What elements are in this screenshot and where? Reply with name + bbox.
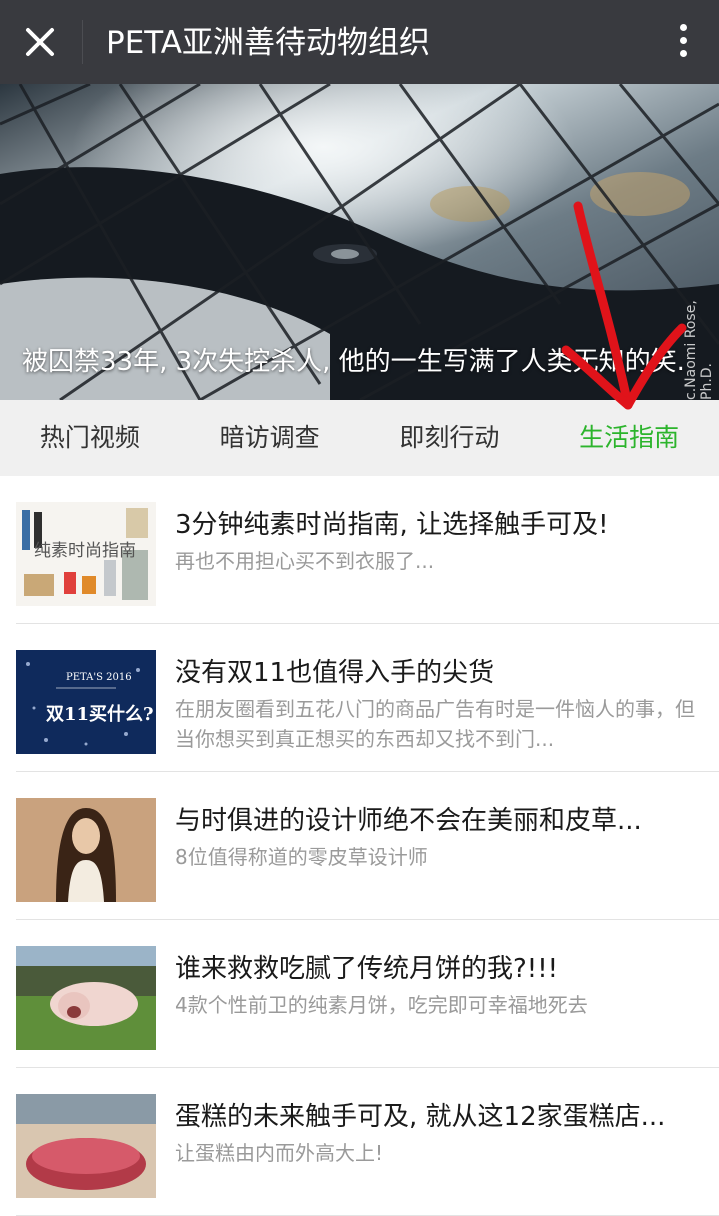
article-title: 谁来救救吃腻了传统月饼的我?!!! — [175, 954, 559, 984]
list-item[interactable]: PETA'S 2016 双11买什么? 没有双11也值得入手的尖货 在朋友圈看到… — [0, 624, 719, 772]
article-thumbnail: 纯素时尚指南 — [16, 502, 156, 606]
article-list: 纯素时尚指南 3分钟纯素时尚指南, 让选择触手可及! 再也不用担心买不到衣服了.… — [0, 476, 719, 1216]
article-thumbnail: PETA'S 2016 双11买什么? — [16, 650, 156, 754]
article-title: 没有双11也值得入手的尖货 — [175, 658, 495, 688]
article-thumbnail — [16, 798, 156, 902]
article-desc: 在朋友圈看到五花八门的商品广告有时是一件恼人的事，但当你想买到真正想买的东西却又… — [175, 697, 695, 751]
article-thumbnail — [16, 1094, 156, 1198]
article-title: 蛋糕的未来触手可及, 就从这12家蛋糕店... — [175, 1102, 666, 1132]
featured-banner[interactable]: 被囚禁33年, 3次失控杀人, 他的一生写满了人类无知的笑. c.Naomi R… — [0, 84, 719, 400]
thumbnail-caption: 双11买什么? — [46, 704, 154, 725]
close-icon[interactable] — [20, 22, 60, 62]
tab-hot-videos[interactable]: 热门视频 — [0, 400, 180, 476]
list-item[interactable]: 蛋糕的未来触手可及, 就从这12家蛋糕店... 让蛋糕由内而外高大上! — [0, 1068, 719, 1216]
list-item[interactable]: 纯素时尚指南 3分钟纯素时尚指南, 让选择触手可及! 再也不用担心买不到衣服了.… — [0, 476, 719, 624]
banner-caption: 被囚禁33年, 3次失控杀人, 他的一生写满了人类无知的笑. — [22, 347, 685, 377]
page-title: PETA亚洲善待动物组织 — [106, 25, 431, 61]
tab-take-action[interactable]: 即刻行动 — [360, 400, 540, 476]
article-title: 与时俱进的设计师绝不会在美丽和皮草... — [175, 806, 642, 836]
tab-investigations[interactable]: 暗访调查 — [180, 400, 360, 476]
top-bar: PETA亚洲善待动物组织 — [0, 0, 719, 84]
list-item[interactable]: 谁来救救吃腻了传统月饼的我?!!! 4款个性前卫的纯素月饼，吃完即可幸福地死去 — [0, 920, 719, 1068]
tab-life-guide[interactable]: 生活指南 — [539, 400, 719, 476]
list-item[interactable]: 与时俱进的设计师绝不会在美丽和皮草... 8位值得称道的零皮草设计师 — [0, 772, 719, 920]
article-desc: 再也不用担心买不到衣服了... — [175, 549, 435, 573]
article-desc: 让蛋糕由内而外高大上! — [175, 1141, 384, 1165]
article-desc: 4款个性前卫的纯素月饼，吃完即可幸福地死去 — [175, 993, 588, 1017]
thumbnail-caption: 纯素时尚指南 — [34, 541, 136, 561]
title-divider — [82, 20, 83, 64]
category-tabs: 热门视频 暗访调查 即刻行动 生活指南 — [0, 400, 719, 476]
article-desc: 8位值得称道的零皮草设计师 — [175, 845, 428, 869]
article-title: 3分钟纯素时尚指南, 让选择触手可及! — [175, 510, 609, 540]
thumbnail-small-caption: PETA'S 2016 — [66, 672, 132, 683]
article-thumbnail — [16, 946, 156, 1050]
more-vertical-icon[interactable] — [675, 24, 691, 62]
banner-credit: c.Naomi Rose, Ph.D. — [683, 300, 715, 400]
